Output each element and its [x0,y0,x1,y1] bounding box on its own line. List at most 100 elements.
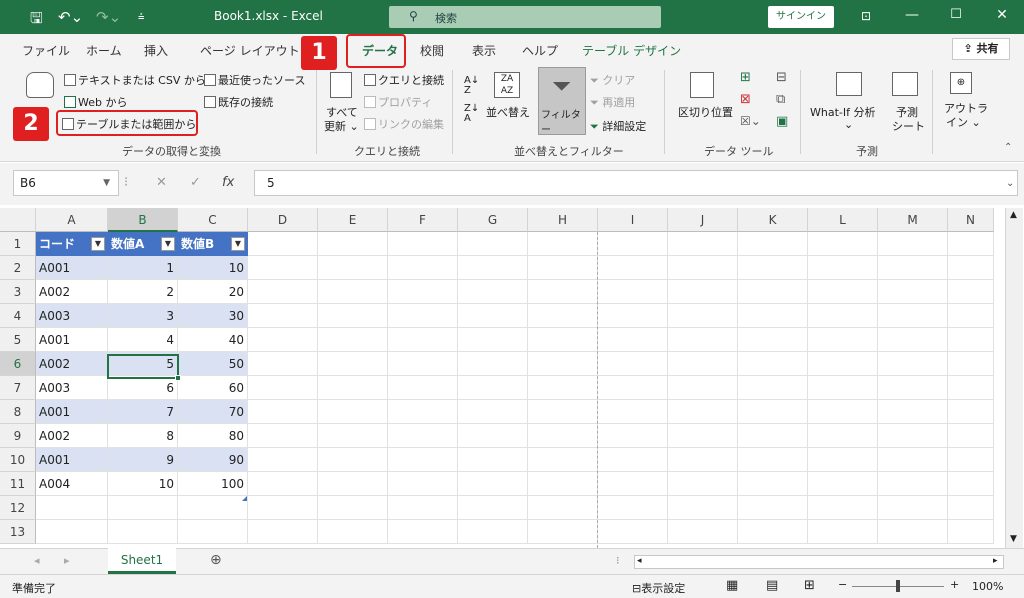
grid-cell[interactable] [738,280,808,304]
tab-view[interactable]: 表示 [472,42,496,59]
tab-page-layout[interactable]: ページ レイアウト [200,42,300,59]
name-box[interactable]: B6 ▼ [13,170,119,196]
grid-cell[interactable] [528,496,598,520]
table-cell[interactable]: 7 [108,400,178,424]
grid-cell[interactable] [318,304,388,328]
what-if-dropdown-icon[interactable]: ⌄ [844,118,853,131]
filter-dropdown-icon[interactable]: ▼ [161,237,175,251]
grid-cell[interactable] [248,472,318,496]
grid-cell[interactable] [598,352,668,376]
grid-cell[interactable] [878,496,948,520]
tab-help[interactable]: ヘルプ [522,42,558,59]
grid-cell[interactable] [248,232,318,256]
grid-cell[interactable] [598,328,668,352]
grid-cell[interactable] [738,232,808,256]
grid-cell[interactable] [808,520,878,544]
grid-cell[interactable] [108,496,178,520]
grid-cell[interactable] [808,496,878,520]
grid-cell[interactable] [878,472,948,496]
grid-cell[interactable] [248,280,318,304]
grid-cell[interactable] [808,448,878,472]
grid-cell[interactable] [668,496,738,520]
row-header-12[interactable]: 12 [0,496,36,520]
maximize-icon[interactable]: ☐ [946,7,966,22]
zoom-slider-thumb[interactable] [896,580,900,592]
grid-cell[interactable] [528,352,598,376]
grid-cell[interactable] [808,232,878,256]
sheet-tab-sheet1[interactable]: Sheet1 [108,548,176,574]
grid-cell[interactable] [808,256,878,280]
grid-cell[interactable] [878,448,948,472]
row-header-11[interactable]: 11 [0,472,36,496]
grid-cell[interactable] [598,376,668,400]
scroll-left-icon[interactable]: ◂ [637,556,642,566]
page-layout-view-icon[interactable]: ▤ [766,578,778,593]
zoom-out-icon[interactable]: − [838,578,847,591]
grid-cell[interactable] [668,304,738,328]
table-cell[interactable]: A002 [36,280,108,304]
grid-cell[interactable] [668,448,738,472]
grid-cell[interactable] [388,496,458,520]
table-cell[interactable]: 70 [178,400,248,424]
grid-cell[interactable] [318,448,388,472]
close-icon[interactable]: ✕ [992,7,1012,23]
sort-dialog-icon[interactable]: ZA AZ [494,72,520,98]
quick-access-customize-icon[interactable]: ⩮ [138,10,144,24]
tab-review[interactable]: 校閲 [420,42,444,59]
grid-cell[interactable] [598,400,668,424]
grid-cell[interactable] [248,376,318,400]
grid-cell[interactable] [878,376,948,400]
grid-cell[interactable] [948,232,994,256]
grid-cell[interactable] [878,328,948,352]
table-cell[interactable]: 100 [178,472,248,496]
scroll-right-icon[interactable]: ▸ [993,556,998,566]
grid-cell[interactable] [808,400,878,424]
grid-cell[interactable] [248,256,318,280]
grid-cell[interactable] [598,520,668,544]
table-cell[interactable]: 80 [178,424,248,448]
grid-cell[interactable] [388,424,458,448]
scroll-down-icon[interactable]: ▼ [1010,534,1017,544]
row-header-2[interactable]: 2 [0,256,36,280]
grid-cell[interactable] [878,256,948,280]
grid-cell[interactable] [738,448,808,472]
save-icon[interactable]: 🖫 [30,8,43,33]
grid-cell[interactable] [318,232,388,256]
text-to-columns-button[interactable]: 区切り位置 [678,104,733,120]
column-header-g[interactable]: G [458,208,528,232]
row-header-4[interactable]: 4 [0,304,36,328]
column-header-k[interactable]: K [738,208,808,232]
column-header-c[interactable]: C [178,208,248,232]
grid-cell[interactable] [738,496,808,520]
table-cell[interactable]: 90 [178,448,248,472]
grid-cell[interactable] [948,472,994,496]
table-cell[interactable]: A003 [36,376,108,400]
table-cell[interactable]: 2 [108,280,178,304]
refresh-all-label-2[interactable]: 更新 ⌄ [324,118,359,134]
grid-cell[interactable] [668,280,738,304]
grid-cell[interactable] [248,520,318,544]
grid-cell[interactable] [108,520,178,544]
grid-cell[interactable] [808,280,878,304]
grid-cell[interactable] [36,496,108,520]
grid-cell[interactable] [248,424,318,448]
grid-cell[interactable] [598,424,668,448]
grid-cell[interactable] [248,448,318,472]
table-cell[interactable]: 6 [108,376,178,400]
tab-split-handle[interactable]: ⁝ [616,554,620,567]
refresh-all-icon[interactable] [330,72,352,98]
row-header-10[interactable]: 10 [0,448,36,472]
grid-cell[interactable] [318,496,388,520]
column-header-b[interactable]: B [108,208,178,232]
grid-cell[interactable] [528,328,598,352]
grid-cell[interactable] [668,256,738,280]
grid-cell[interactable] [388,352,458,376]
grid-cell[interactable] [878,232,948,256]
grid-cell[interactable] [528,448,598,472]
grid-cell[interactable] [318,352,388,376]
grid-cell[interactable] [948,328,994,352]
grid-cell[interactable] [738,328,808,352]
table-cell[interactable]: A001 [36,328,108,352]
grid-cell[interactable] [668,424,738,448]
grid-cell[interactable] [528,520,598,544]
